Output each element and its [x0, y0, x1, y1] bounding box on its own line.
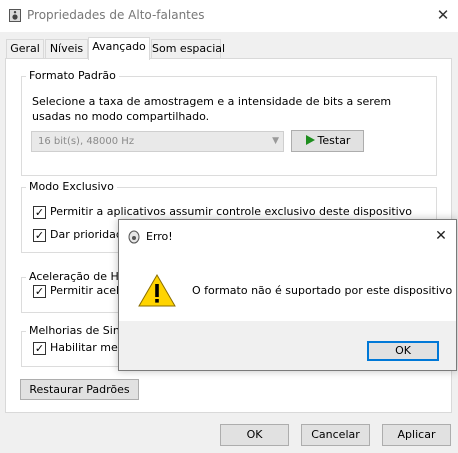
default-format-group	[21, 76, 437, 176]
apply-button[interactable]: Aplicar	[382, 424, 451, 446]
tab-niveis[interactable]: Níveis	[45, 39, 88, 58]
tab-geral[interactable]: Geral	[6, 39, 44, 58]
warning-icon	[138, 274, 176, 307]
tab-som-espacial[interactable]: Som espacial	[151, 39, 225, 58]
priority-checkbox[interactable]: ✓	[33, 229, 46, 242]
signal-enhancements-checkbox[interactable]: ✓	[33, 342, 46, 355]
default-format-description-1: Selecione a taxa de amostragem e a inten…	[32, 95, 392, 108]
sample-rate-select[interactable]: 16 bit(s), 48000 Hz ▼	[31, 131, 284, 152]
checkmark-icon: ✓	[34, 285, 45, 298]
exclusive-control-label: Permitir a aplicativos assumir controle …	[50, 205, 412, 218]
test-button[interactable]: Testar	[291, 130, 364, 152]
error-dialog: Erro! ✕ O formato não é suportado por es…	[118, 219, 457, 371]
hardware-acceleration-option-label: Permitir acele	[50, 284, 126, 297]
play-icon	[305, 135, 315, 145]
restore-defaults-button[interactable]: Restaurar Padrões	[20, 379, 139, 400]
exclusive-control-checkbox[interactable]: ✓	[33, 206, 46, 219]
signal-enhancements-label: Melhorias de Sina	[26, 324, 130, 337]
error-dialog-ok-button[interactable]: OK	[367, 341, 439, 361]
checkmark-icon: ✓	[34, 229, 45, 242]
error-dialog-close-button[interactable]: ✕	[429, 226, 453, 246]
hardware-acceleration-label: Aceleração de Ha	[26, 270, 129, 283]
window-close-button[interactable]: ✕	[434, 6, 452, 24]
speaker-icon	[9, 9, 21, 22]
hardware-acceleration-checkbox[interactable]: ✓	[33, 285, 46, 298]
tab-avancado[interactable]: Avançado	[88, 37, 150, 60]
error-dialog-footer: OK	[119, 321, 456, 370]
chevron-down-icon: ▼	[272, 136, 279, 146]
exclusive-mode-label: Modo Exclusivo	[26, 180, 117, 193]
error-dialog-title: Erro!	[146, 230, 173, 243]
signal-enhancements-option-label: Habilitar melh	[50, 341, 128, 354]
title-bar: Propriedades de Alto-falantes ✕	[0, 0, 458, 32]
sample-rate-value: 16 bit(s), 48000 Hz	[38, 136, 135, 147]
default-format-description-2: usadas no modo compartilhado.	[32, 110, 210, 123]
error-message: O formato não é suportado por este dispo…	[192, 284, 453, 297]
test-button-label: Testar	[317, 134, 351, 147]
window-title: Propriedades de Alto-falantes	[27, 8, 205, 22]
default-format-label: Formato Padrão	[26, 69, 119, 82]
checkmark-icon: ✓	[34, 206, 45, 219]
cancel-button[interactable]: Cancelar	[301, 424, 370, 446]
app-icon	[128, 230, 140, 244]
checkmark-icon: ✓	[34, 342, 45, 355]
ok-button[interactable]: OK	[220, 424, 289, 446]
